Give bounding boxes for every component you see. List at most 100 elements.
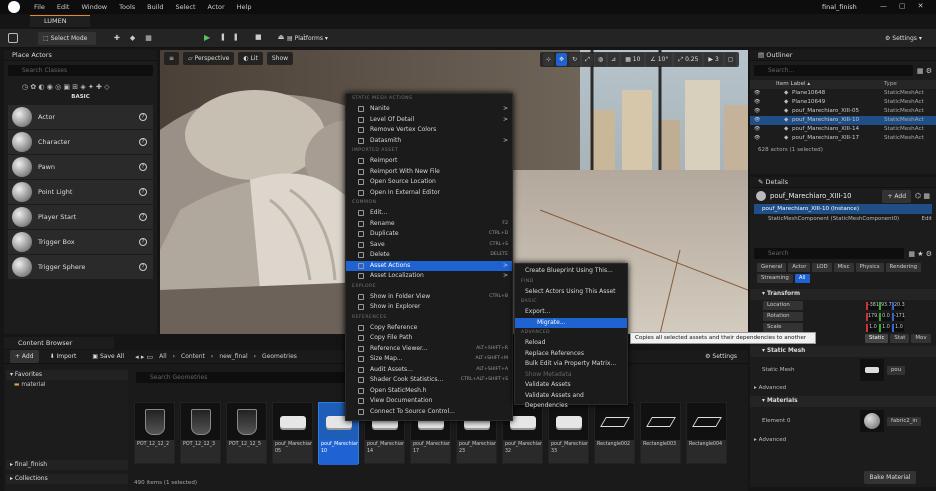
menu-item-build[interactable]: Build xyxy=(147,3,163,11)
visibility-eye-icon[interactable]: 👁 xyxy=(754,134,760,143)
asset-tile[interactable]: Rectangle004 xyxy=(686,402,727,464)
static-mesh-thumbnail[interactable] xyxy=(860,359,884,381)
move-icon[interactable]: ✥ xyxy=(556,53,568,66)
visibility-eye-icon[interactable]: 👁 xyxy=(754,107,760,116)
advanced-toggle-2[interactable]: ▸ Advanced xyxy=(750,435,936,446)
folder-material[interactable]: ▬ material xyxy=(6,380,128,390)
actor-item-point-light[interactable]: Point Light? xyxy=(8,180,153,204)
menu-item-open-source-location[interactable]: Open Source Location xyxy=(346,177,512,188)
asset-tile[interactable]: POT_12_12_5 xyxy=(226,402,267,464)
surface-snap-icon[interactable]: ⊿ xyxy=(608,53,620,66)
transform-value-field[interactable]: 93.7 xyxy=(879,302,892,310)
menu-item-show-in-folder-view[interactable]: Show in Folder View CTRL+B xyxy=(346,292,512,303)
select-mode-dropdown[interactable]: ⬚ Select Mode ▾ xyxy=(38,32,96,55)
actor-item-actor[interactable]: Actor? xyxy=(8,105,153,129)
help-icon[interactable]: ? xyxy=(139,138,147,146)
help-icon[interactable]: ? xyxy=(139,113,147,121)
material-dropdown[interactable]: fabric2_in xyxy=(887,416,922,426)
menu-item-bulk-edit-via-property-matrix[interactable]: Bulk Edit via Property Matrix... xyxy=(515,359,627,370)
help-icon[interactable]: ? xyxy=(139,213,147,221)
details-view-icons[interactable]: ▦ ★ ⚙ xyxy=(908,250,932,258)
scale-dropdown[interactable]: Scale xyxy=(763,323,803,332)
bake-material-button[interactable]: Bake Material xyxy=(864,471,916,484)
menu-item-validate-assets[interactable]: Validate Assets xyxy=(515,380,627,391)
advanced-toggle[interactable]: ▸ Advanced xyxy=(750,383,936,394)
menu-item-asset-actions[interactable]: Asset Actions > xyxy=(346,260,512,271)
details-search-input[interactable]: Search xyxy=(754,248,905,259)
actor-item-character[interactable]: Character? xyxy=(8,130,153,154)
menu-item-select[interactable]: Select xyxy=(175,3,195,11)
filter-tag-rendering[interactable]: Rendering xyxy=(885,263,922,272)
visibility-eye-icon[interactable]: 👁 xyxy=(754,98,760,107)
menu-item-edit[interactable]: Edit xyxy=(57,3,70,11)
settings-button[interactable]: ⚙ Settings ▾ xyxy=(880,32,927,45)
camera-speed-value[interactable]: ▶ 3 xyxy=(704,53,723,66)
breadcrumb-item[interactable]: new_final xyxy=(219,353,247,360)
perspective-button[interactable]: ▱ Perspective xyxy=(183,52,235,65)
rotation-snap-value[interactable]: ∠ 10° xyxy=(646,53,673,66)
breadcrumb-item[interactable]: Geometries xyxy=(262,353,297,360)
filter-tag-all[interactable]: All xyxy=(794,274,810,283)
menu-item-reload[interactable]: Reload xyxy=(515,338,627,349)
select-icon[interactable]: ⊹ xyxy=(543,53,555,66)
transform-value-field[interactable]: -171 xyxy=(892,313,905,321)
mobility-option[interactable]: Static xyxy=(865,334,889,343)
menu-item-level-of-detail[interactable]: Level Of Detail > xyxy=(346,115,512,126)
static-mesh-section[interactable]: ▾ Static Mesh xyxy=(750,346,936,357)
help-icon[interactable]: ? xyxy=(139,163,147,171)
details-component-row[interactable]: StaticMeshComponent (StaticMeshComponent… xyxy=(750,214,936,224)
blueprint-icons[interactable]: ⌬ ▦ xyxy=(915,192,930,200)
menu-item-validate-assets-and-dependencies[interactable]: Validate Assets and Dependencies xyxy=(515,391,627,410)
save-icon[interactable] xyxy=(8,33,18,43)
menu-item-reference-viewer[interactable]: Reference Viewer... ALT+SHIFT+R xyxy=(346,344,512,355)
breadcrumb-item[interactable]: Content xyxy=(181,353,205,360)
mode-icons[interactable]: ✚◆▦ xyxy=(114,34,162,42)
menu-item-export[interactable]: Export... xyxy=(515,307,627,318)
mobility-option[interactable]: Stat xyxy=(890,334,910,343)
transform-section[interactable]: ▾ Transform xyxy=(750,289,936,300)
outliner-row[interactable]: 👁 ◆ pouf_Marechiaro_XIII-14 StaticMeshAct xyxy=(750,125,936,134)
menu-item-save[interactable]: Save CTRL+S xyxy=(346,240,512,251)
play-icon[interactable]: ▶ xyxy=(204,33,214,43)
collections-header[interactable]: ▸ Collections xyxy=(6,474,128,484)
transform-value-field[interactable]: -381 xyxy=(866,302,879,310)
transform-value-field[interactable]: 179. xyxy=(866,313,879,321)
menu-item-asset-localization[interactable]: Asset Localization > xyxy=(346,271,512,282)
menu-item-migrate[interactable]: Migrate... xyxy=(515,317,627,328)
rotate-icon[interactable]: ↻ xyxy=(569,53,581,66)
menu-item-view-documentation[interactable]: View Documentation xyxy=(346,396,512,407)
menu-item-datasmith[interactable]: Datasmith > xyxy=(346,136,512,147)
menu-item-actor[interactable]: Actor xyxy=(208,3,225,11)
filter-tag-lod[interactable]: LOD xyxy=(812,263,832,272)
actor-item-trigger-box[interactable]: Trigger Box? xyxy=(8,230,153,254)
menu-item-copy-file-path[interactable]: Copy File Path xyxy=(346,333,512,344)
outliner-row[interactable]: 👁 ◆ pouf_Marechiaro_XIII-05 StaticMeshAct xyxy=(750,107,936,116)
actor-item-trigger-sphere[interactable]: Trigger Sphere? xyxy=(8,255,153,279)
menu-item-select-actors-using-this-asset[interactable]: Select Actors Using This Asset xyxy=(515,287,627,298)
menu-item-reimport-with-new-file[interactable]: Reimport With New File xyxy=(346,167,512,178)
actor-item-pawn[interactable]: Pawn? xyxy=(8,155,153,179)
menu-item-size-map[interactable]: Size Map... ALT+SHIFT+M xyxy=(346,354,512,365)
menu-item-open-in-external-editor[interactable]: Open In External Editor xyxy=(346,188,512,199)
menu-item-replace-references[interactable]: Replace References xyxy=(515,349,627,360)
asset-tile[interactable]: POT_12_12_2 xyxy=(134,402,175,464)
cb-settings-button[interactable]: ⚙ Settings xyxy=(700,350,742,363)
transform-value-field[interactable]: 20.3 xyxy=(892,302,905,310)
menu-item-show-in-explorer[interactable]: Show in Explorer xyxy=(346,302,512,313)
menu-item-reimport[interactable]: Reimport xyxy=(346,156,512,167)
final-finish-header[interactable]: ▸ final_finish xyxy=(6,460,128,470)
visibility-eye-icon[interactable]: 👁 xyxy=(754,116,760,125)
menu-item-audit-assets[interactable]: Audit Assets... ALT+SHIFT+A xyxy=(346,365,512,376)
menu-item-connect-to-source-control[interactable]: Connect To Source Control... xyxy=(346,407,512,418)
menu-item-edit[interactable]: Edit... xyxy=(346,208,512,219)
filter-tag-general[interactable]: General xyxy=(757,263,787,272)
asset-tile[interactable]: POT_12_12_3 xyxy=(180,402,221,464)
add-button[interactable]: + Add xyxy=(10,350,39,363)
actor-item-player-start[interactable]: Player Start? xyxy=(8,205,153,229)
asset-tile[interactable]: Rectangle002 xyxy=(594,402,635,464)
help-icon[interactable]: ? xyxy=(139,238,147,246)
menu-item-tools[interactable]: Tools xyxy=(119,3,135,11)
edit-in-cpp-link[interactable]: Edit xyxy=(922,214,932,224)
scale-icon[interactable]: ⤢ xyxy=(582,53,593,66)
favorites-header[interactable]: ▾ Favorites xyxy=(6,370,128,380)
